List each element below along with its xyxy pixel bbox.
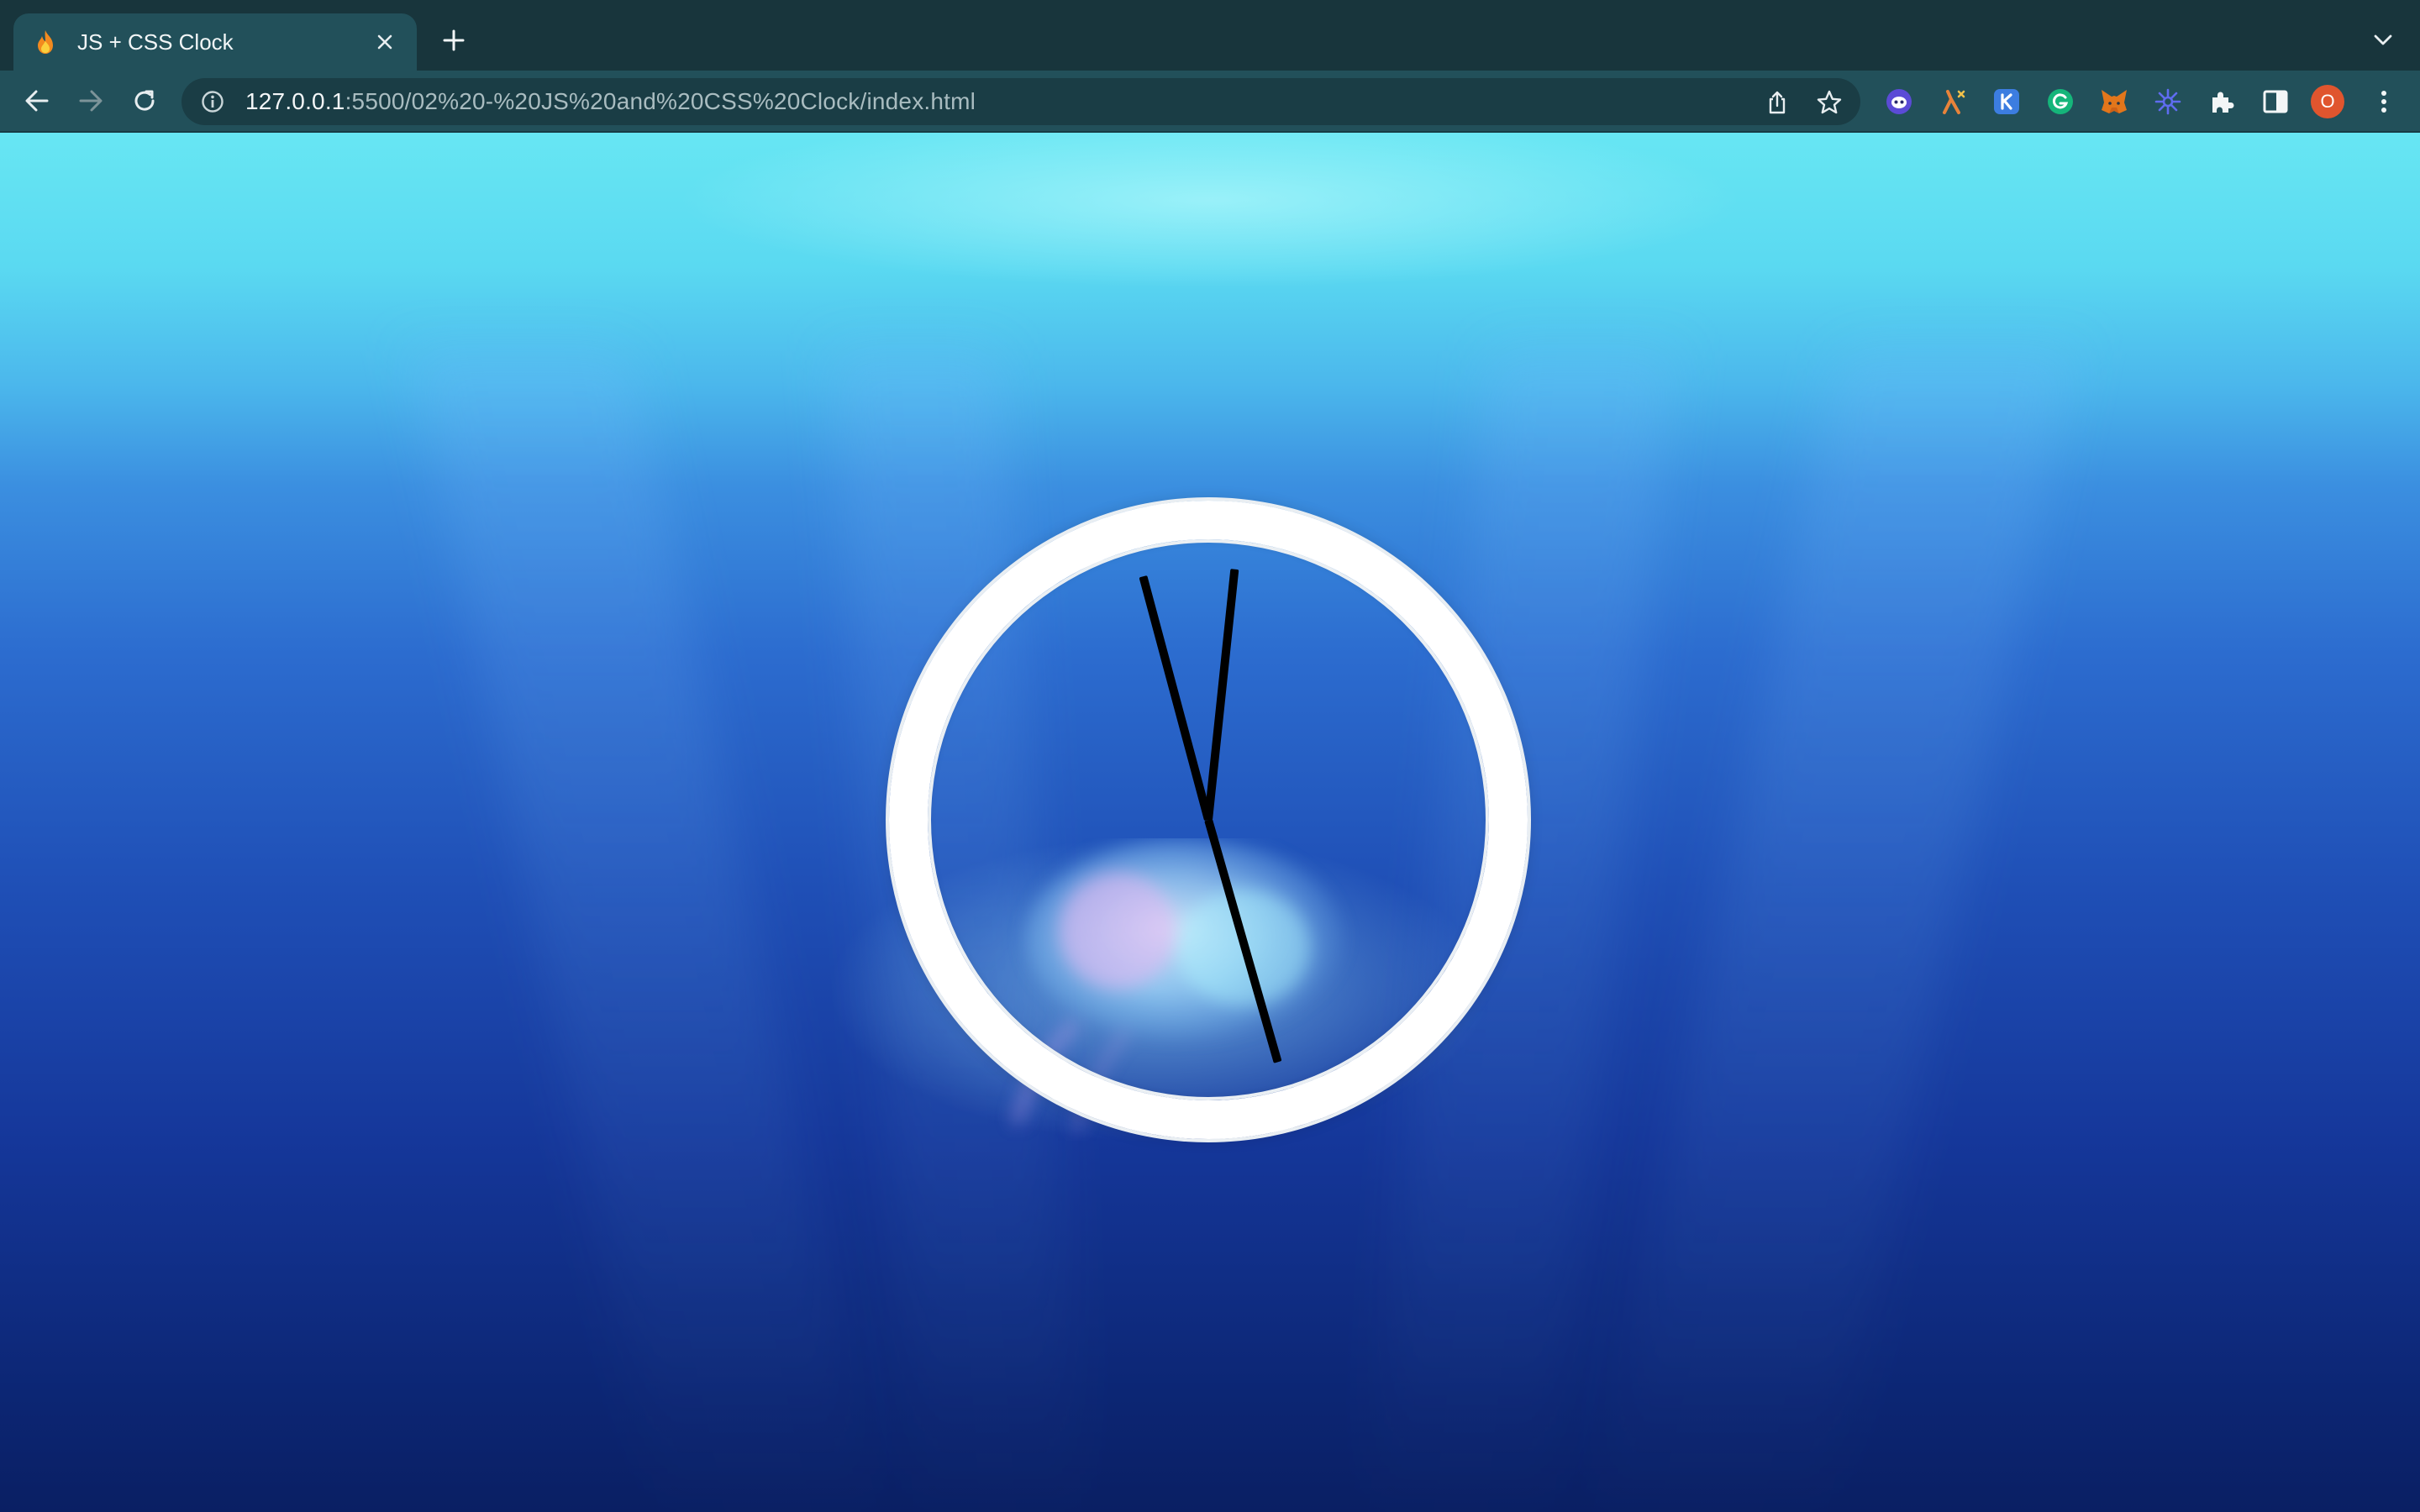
- url-text: 127.0.0.1:5500/02%20-%20JS%20and%20CSS%2…: [245, 88, 976, 115]
- back-arrow-icon[interactable]: [18, 82, 55, 119]
- tab-title: JS + CSS Clock: [77, 29, 234, 55]
- metamask-extension-icon[interactable]: [2099, 87, 2129, 117]
- puzzle-extensions-icon[interactable]: [2207, 87, 2237, 117]
- background-light-ray: [1589, 351, 2075, 1512]
- reload-icon[interactable]: [126, 82, 163, 119]
- tab-active[interactable]: JS + CSS Clock: [13, 13, 417, 71]
- hour-hand: [1204, 818, 1282, 1063]
- address-bar[interactable]: 127.0.0.1:5500/02%20-%20JS%20and%20CSS%2…: [182, 78, 1860, 125]
- new-tab-button[interactable]: [439, 25, 469, 55]
- url-host: 127.0.0.1: [245, 88, 345, 114]
- lambda-extension-icon[interactable]: [1938, 87, 1968, 117]
- forward-arrow-icon[interactable]: [72, 82, 109, 119]
- bookmark-star-icon[interactable]: [1815, 88, 1844, 117]
- more-menu-icon[interactable]: [2371, 85, 2396, 118]
- flame-icon: [32, 29, 59, 55]
- profile-avatar[interactable]: O: [2311, 85, 2344, 118]
- sparkle-extension-icon[interactable]: [2153, 87, 2183, 117]
- k-extension-icon[interactable]: [1991, 87, 2022, 117]
- ghost-extension-icon[interactable]: [1884, 87, 1914, 117]
- share-icon[interactable]: [1763, 88, 1791, 117]
- second-hand: [1204, 569, 1239, 821]
- tab-search-chevron-icon[interactable]: [2371, 29, 2395, 52]
- browser-window: JS + CSS Clock 127.0.0.1:5500/02%20-%20J…: [0, 0, 2420, 1512]
- close-tab-icon[interactable]: [371, 29, 398, 55]
- url-path: :5500/02%20-%20JS%20and%20CSS%20Clock/in…: [345, 88, 976, 114]
- background-light-ray: [413, 351, 881, 1512]
- side-panel-icon[interactable]: [2260, 87, 2291, 117]
- grammarly-extension-icon[interactable]: [2045, 87, 2075, 117]
- site-info-icon[interactable]: [200, 89, 225, 114]
- tab-strip: JS + CSS Clock: [0, 0, 2420, 71]
- browser-toolbar: 127.0.0.1:5500/02%20-%20JS%20and%20CSS%2…: [0, 71, 2420, 133]
- clock: [889, 501, 1528, 1139]
- clock-face: [928, 539, 1489, 1100]
- page-viewport: [0, 133, 2420, 1512]
- minute-hand: [1139, 575, 1213, 822]
